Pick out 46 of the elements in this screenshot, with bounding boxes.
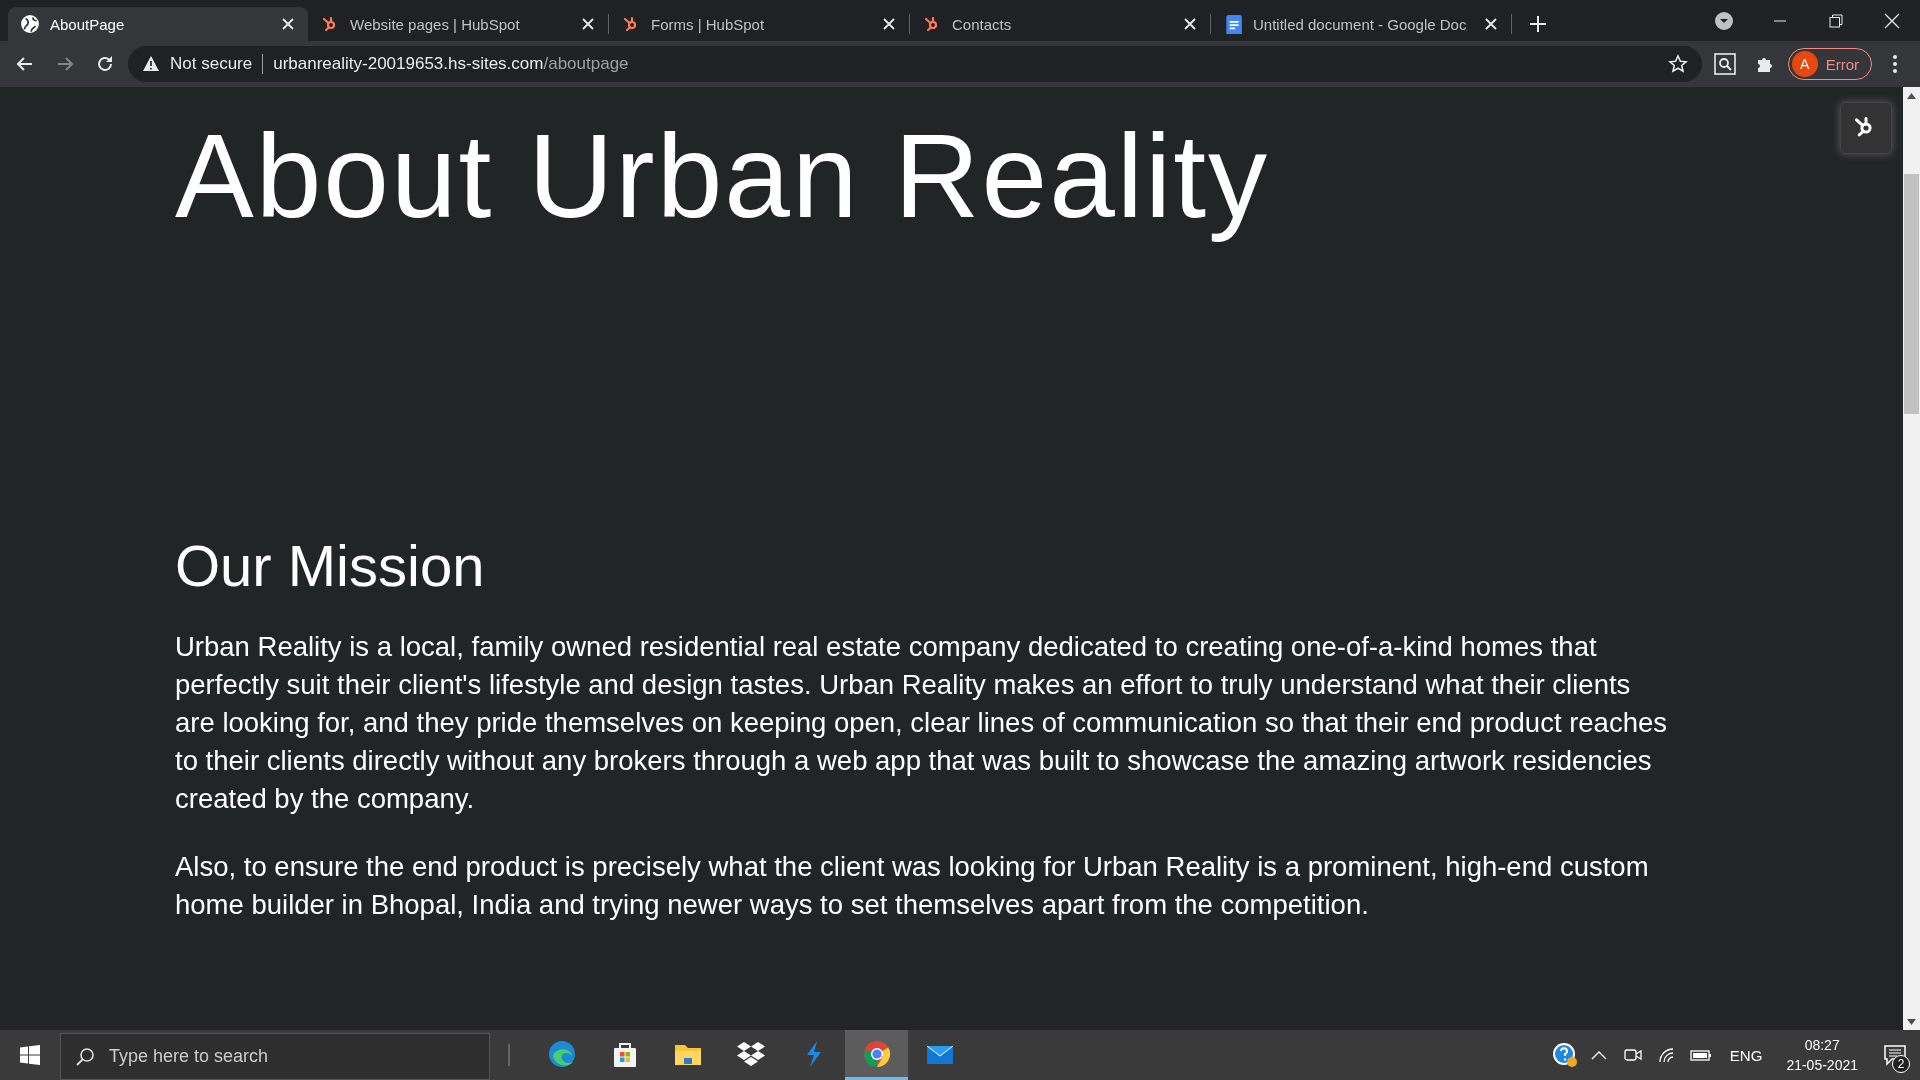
scrollbar[interactable]	[1903, 87, 1920, 1030]
security-label: Not secure	[170, 54, 253, 74]
language-indicator[interactable]: ENG	[1717, 1030, 1775, 1080]
battery-icon[interactable]	[1689, 1048, 1712, 1062]
paragraph: Also, to ensure the end product is precisely what the client was looking for Urban Reality is a prominent, high-end custom home builder in Bhopal, India and trying newer ways to set themselves apart from the competition.	[175, 850, 1650, 923]
notification-icon[interactable]	[1883, 1043, 1907, 1067]
scrollbar-thumb[interactable]	[1904, 174, 1919, 414]
browser-tab[interactable]: Contacts	[910, 7, 1210, 41]
scroll-down-icon[interactable]	[1907, 1018, 1916, 1025]
wifi-icon[interactable]	[1657, 1047, 1676, 1063]
clock-time[interactable]: 08:27	[1804, 1035, 1840, 1055]
address-bar[interactable]: Not secure urbanreality-20019653.hs-sites.com/aboutpage	[128, 46, 1702, 82]
section-heading: Our Mission	[175, 531, 486, 600]
taskbar-search-field[interactable]: Type here to search	[60, 1033, 490, 1080]
sprocket-button[interactable]	[1840, 102, 1892, 154]
url-text: urbanreality-20019653.hs-sites.com/aboutpage	[273, 54, 629, 74]
close-icon[interactable]	[881, 16, 897, 32]
globe-icon	[20, 14, 40, 34]
search-icon	[75, 1046, 95, 1067]
document-icon	[1223, 14, 1243, 34]
browser-icon	[861, 1038, 892, 1069]
paragraph: Urban Reality is a local, family owned residential real estate company dedicated to creating one-of-a-kind homes that perfectly suit their client's lifestyle and design tastes. Urban Reality makes an effort to truly understand what their clients are looking for, and they pride themselves on keeping open, clear lines of communication so that their end product reaches to their clients directly without any brokers through a web app that was built to showcase the amazing artwork residencies created by the company.	[175, 630, 1668, 817]
browser-tab[interactable]: Website pages | HubSpot	[308, 7, 608, 41]
close-icon[interactable]	[1182, 16, 1198, 32]
browser-tab[interactable]: AboutPage	[8, 7, 308, 41]
notification-count: 2	[1892, 1055, 1910, 1073]
scroll-up-icon[interactable]	[1907, 92, 1916, 99]
reload-icon[interactable]	[95, 54, 115, 74]
zoom-lens-icon[interactable]	[1713, 53, 1736, 75]
close-icon[interactable]	[280, 16, 296, 32]
star-icon[interactable]	[1667, 54, 1688, 74]
browser-tab[interactable]: Untitled document - Google Doc	[1211, 7, 1511, 41]
browser-icon	[546, 1038, 577, 1069]
warning-icon	[142, 55, 160, 73]
clock-date[interactable]: 21-05-2021	[1786, 1055, 1858, 1075]
restore-icon[interactable]	[1829, 13, 1843, 28]
close-icon[interactable]	[580, 16, 596, 32]
close-icon[interactable]	[1884, 12, 1900, 29]
camera-icon[interactable]	[1623, 1047, 1642, 1063]
help-icon[interactable]	[1550, 1041, 1579, 1069]
tab-search-icon[interactable]	[1714, 10, 1734, 31]
more-options-icon[interactable]	[1892, 54, 1898, 74]
chevron-up-icon[interactable]	[1590, 1050, 1607, 1060]
windows-logo-icon[interactable]	[20, 1045, 40, 1065]
close-icon[interactable]	[1483, 16, 1499, 32]
browser-tab[interactable]: Forms | HubSpot	[609, 7, 909, 41]
